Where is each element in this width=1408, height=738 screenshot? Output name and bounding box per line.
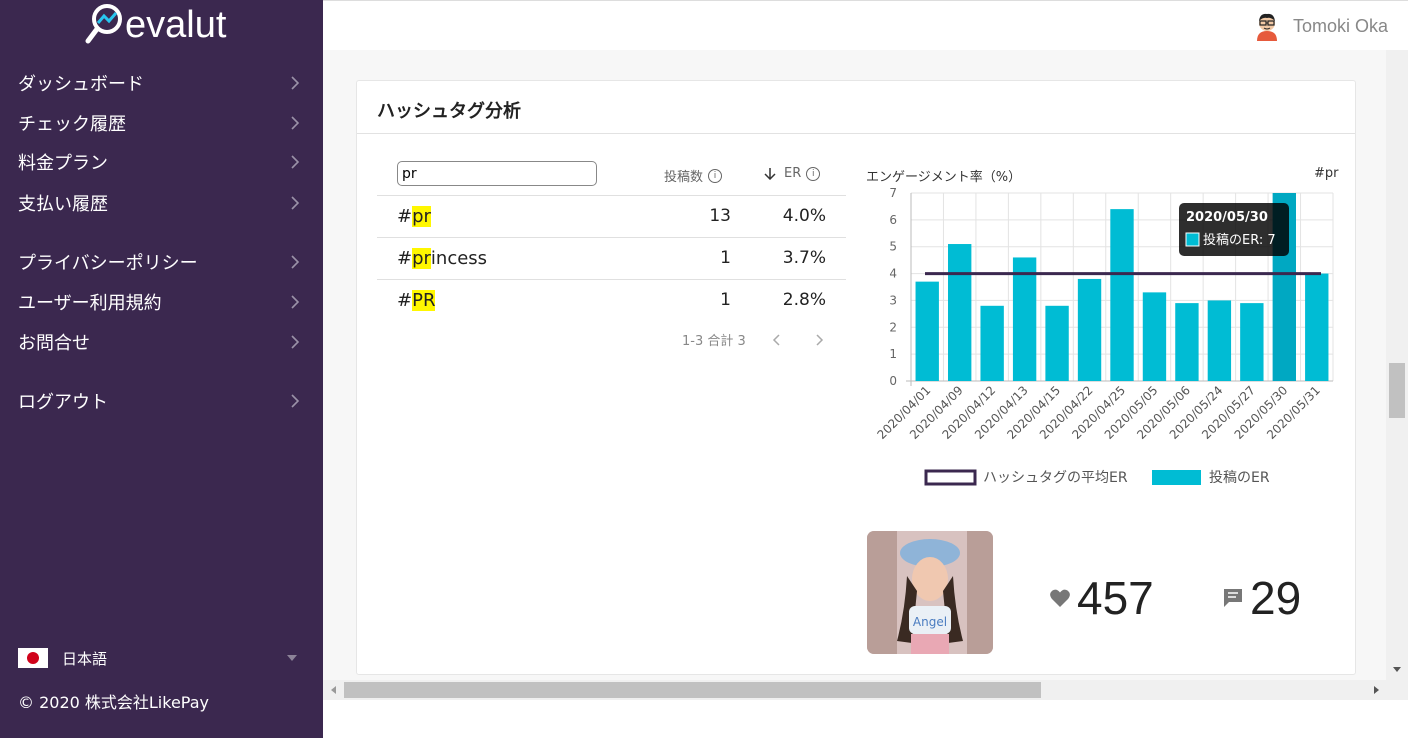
sidebar-item-label: プライバシーポリシー — [18, 253, 198, 274]
sidebar: evalut ダッシュボード チェック履歴 料金プラン支払い履歴プライバシーポリシー… — [0, 0, 323, 738]
bar[interactable] — [980, 305, 1004, 381]
caret-down-icon — [287, 655, 297, 661]
sidebar-item-label: ログアウト — [18, 392, 108, 413]
logo[interactable]: evalut — [85, 3, 226, 47]
sidebar-item-logout[interactable]: ログアウト — [0, 382, 323, 420]
top-bar: Tomoki Oka — [323, 0, 1408, 51]
tooltip-title: 2020/05/30 — [1186, 210, 1268, 225]
y-tick-label: 7 — [889, 186, 897, 200]
chevron-right-icon — [291, 196, 300, 210]
magnifier-logo-icon — [85, 4, 122, 44]
bar[interactable] — [1305, 273, 1329, 381]
y-tick-label: 0 — [889, 374, 897, 388]
tooltip-swatch — [1185, 232, 1200, 247]
chevron-right-icon — [291, 76, 300, 90]
chevron-right-icon — [291, 255, 300, 269]
bar[interactable] — [1045, 305, 1069, 381]
sidebar-item-dashboard[interactable]: ダッシュボード — [0, 64, 323, 102]
comments-count: 29 — [1250, 572, 1302, 624]
legend-swatch-post-er — [1152, 470, 1201, 485]
chevron-right-icon — [291, 116, 300, 130]
bar[interactable] — [1240, 303, 1264, 381]
engagement-chart[interactable]: 012345672020/04/012020/04/092020/04/1220… — [357, 81, 1355, 501]
scroll-down-arrow-icon[interactable] — [1386, 664, 1408, 676]
y-tick-label: 6 — [889, 213, 897, 227]
user-name: Tomoki Oka — [1292, 15, 1388, 36]
vertical-scrollbar[interactable] — [1386, 50, 1408, 680]
sidebar-item-terms-of-use[interactable]: ユーザー利用規約 — [0, 283, 323, 321]
bar[interactable] — [1012, 257, 1037, 381]
y-tick-label: 5 — [889, 240, 897, 254]
likes-count: 457 — [1077, 572, 1154, 624]
sidebar-item-contact[interactable]: お問合せ — [0, 323, 323, 361]
sidebar-item-label: お問合せ — [18, 333, 90, 354]
sidebar-item-label: チェック履歴 — [18, 114, 126, 135]
hashtag-analysis-card: ハッシュタグ分析 投稿数 i ER i #pr134.0%#princess13… — [356, 80, 1356, 675]
chevron-right-icon — [291, 295, 300, 309]
bar[interactable] — [1142, 292, 1167, 381]
comment-icon — [1224, 589, 1242, 607]
bar[interactable] — [948, 244, 972, 381]
scrollbar-corner — [1386, 680, 1408, 700]
sidebar-item-label: 料金プラン — [18, 153, 108, 174]
scroll-right-arrow-icon[interactable] — [1369, 680, 1383, 700]
tooltip-label: 投稿のER: 7 — [1203, 232, 1276, 248]
legend-label-average: ハッシュタグの平均ER — [983, 470, 1128, 486]
sidebar-item-label: ユーザー利用規約 — [18, 293, 162, 314]
y-tick-label: 1 — [889, 347, 897, 361]
post-photo-image: Angel — [867, 531, 993, 654]
sidebar-item-label: 支払い履歴 — [18, 194, 108, 215]
bar[interactable] — [1077, 278, 1102, 381]
y-tick-label: 4 — [889, 267, 897, 281]
sidebar-item-payment-history[interactable]: 支払い履歴 — [0, 184, 323, 222]
sidebar-item-check-history[interactable]: チェック履歴 — [0, 104, 323, 142]
bar[interactable] — [1207, 300, 1232, 381]
legend-swatch-average — [924, 469, 977, 486]
horizontal-scroll-thumb[interactable] — [344, 682, 1041, 698]
user-menu[interactable]: Tomoki Oka — [1253, 11, 1388, 41]
avatar — [1256, 13, 1277, 41]
comments-stat: 29 — [1222, 571, 1301, 625]
chevron-right-icon — [291, 335, 300, 349]
japan-flag-icon — [18, 648, 48, 668]
vertical-scroll-thumb[interactable] — [1389, 363, 1405, 418]
sidebar-item-privacy-policy[interactable]: プライバシーポリシー — [0, 243, 323, 281]
language-selector[interactable]: 日本語 — [18, 645, 303, 671]
legend-label-post-er: 投稿のER — [1209, 470, 1270, 486]
app-name: evalut — [125, 4, 227, 46]
y-tick-label: 2 — [889, 320, 897, 334]
copyright: © 2020 株式会社LikePay — [18, 693, 209, 712]
post-thumbnail[interactable]: Angel — [867, 531, 993, 654]
bar[interactable] — [1110, 209, 1134, 381]
likes-stat: 457 — [1049, 571, 1154, 625]
chevron-right-icon — [291, 155, 300, 169]
scroll-left-arrow-icon[interactable] — [327, 680, 341, 700]
sidebar-item-pricing-plan[interactable]: 料金プラン — [0, 143, 323, 181]
horizontal-scrollbar[interactable] — [323, 680, 1386, 700]
shirt-print: Angel — [913, 615, 947, 629]
bar[interactable] — [1175, 303, 1199, 381]
y-tick-label: 3 — [889, 293, 897, 307]
bar[interactable] — [915, 281, 939, 381]
sidebar-item-label: ダッシュボード — [18, 74, 144, 95]
chevron-right-icon — [291, 394, 300, 408]
main-content: ハッシュタグ分析 投稿数 i ER i #pr134.0%#princess13… — [323, 50, 1386, 680]
language-label: 日本語 — [62, 649, 108, 668]
heart-icon — [1050, 589, 1070, 607]
